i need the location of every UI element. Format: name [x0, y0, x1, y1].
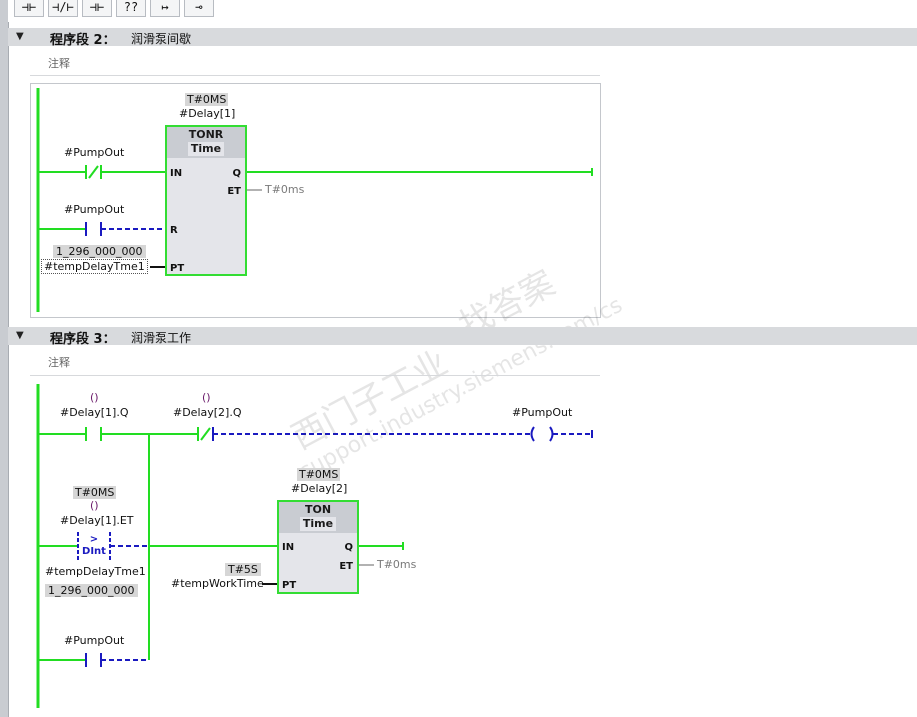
contact-tag[interactable]: #Delay[1].Q	[60, 406, 129, 419]
contact-tag[interactable]: #Delay[2].Q	[173, 406, 242, 419]
compare-preset-label: T#0MS	[73, 486, 117, 499]
contact-tag[interactable]: #PumpOut	[64, 146, 124, 159]
compare-contact[interactable]: > DInt	[80, 534, 108, 558]
status-paren: ()	[202, 391, 211, 404]
block-type: TONR	[188, 128, 224, 141]
compare-operator: >	[89, 534, 99, 545]
timer-preset-label: T#0MS	[185, 93, 229, 106]
pin-in: IN	[282, 542, 295, 553]
pin-r: R	[170, 225, 178, 236]
pin-in: IN	[170, 168, 183, 179]
network-3-label: 程序段 3：	[50, 332, 116, 347]
pin-et: ET	[227, 186, 241, 197]
pt-operand-tag[interactable]: #tempWorkTime	[171, 577, 264, 590]
pt-operand-tag[interactable]: #tempDelayTme1	[41, 259, 148, 274]
timer-instance-tag[interactable]: #Delay[2]	[291, 482, 347, 495]
compare-operand2-value: 1_296_000_000	[45, 584, 138, 597]
compare-type: DInt	[82, 546, 106, 557]
collapse-arrow-icon[interactable]: ▼	[16, 330, 24, 341]
compare-operand2-tag[interactable]: #tempDelayTme1	[45, 565, 146, 578]
nc-contact-slash	[88, 165, 99, 179]
status-paren: ()	[90, 391, 99, 404]
contact-tag[interactable]: #PumpOut	[64, 203, 124, 216]
block-type: TON	[304, 503, 332, 516]
compare-operand1-tag[interactable]: #Delay[1].ET	[60, 514, 134, 527]
coil-tag[interactable]: #PumpOut	[512, 406, 572, 419]
et-value: T#0ms	[377, 558, 417, 571]
ladder-wiring: 西门子工业 找答案 support.industry.siemens.com/c…	[36, 88, 627, 708]
et-value: T#0ms	[265, 183, 305, 196]
watermark: 西门子工业 找答案 support.industry.siemens.com/c…	[285, 263, 626, 485]
comment-divider	[30, 375, 600, 376]
pin-et: ET	[339, 561, 353, 572]
contact-tag[interactable]: #PumpOut	[64, 634, 124, 647]
network-3-description[interactable]: 润滑泵工作	[131, 329, 191, 346]
pin-q: Q	[232, 168, 241, 179]
network-3-comment[interactable]: 注释	[48, 354, 70, 370]
pt-constant: T#5S	[225, 563, 261, 576]
pin-pt: PT	[282, 580, 297, 591]
pin-pt: PT	[170, 263, 185, 274]
pt-constant: 1_296_000_000	[53, 245, 146, 258]
block-subtype[interactable]: Time	[187, 142, 225, 156]
block-header: TON Time	[279, 502, 357, 533]
network-3-header[interactable]: ▼ 程序段 3： 润滑泵工作	[8, 327, 917, 347]
timer-preset-label: T#0MS	[297, 468, 341, 481]
ton-timer-block[interactable]: TON Time IN PT Q ET	[277, 500, 359, 594]
status-paren: ()	[90, 499, 99, 512]
tonr-timer-block[interactable]: TONR Time IN R PT Q ET	[165, 125, 247, 276]
block-subtype[interactable]: Time	[299, 517, 337, 531]
pin-q: Q	[344, 542, 353, 553]
timer-instance-tag[interactable]: #Delay[1]	[179, 107, 235, 120]
block-header: TONR Time	[167, 127, 245, 158]
